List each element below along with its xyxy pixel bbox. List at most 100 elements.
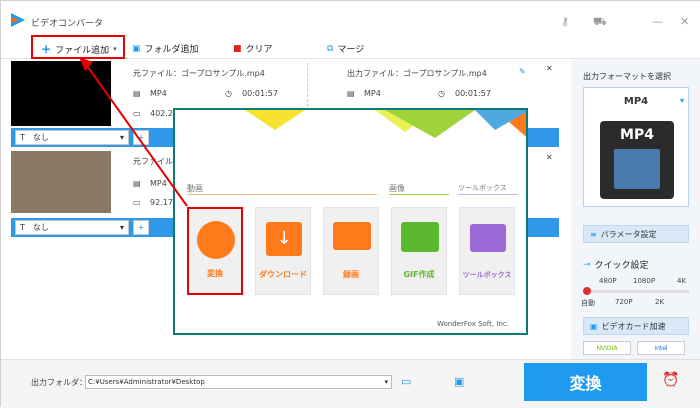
chip-icon: ▣ [590, 321, 598, 331]
browse-folder-icon[interactable]: ▭ [401, 375, 411, 388]
convert-button[interactable]: 変換 [524, 363, 647, 401]
clear-button[interactable]: ■ クリア [233, 42, 273, 56]
add-file-highlight-box [31, 35, 125, 59]
video-thumbnail[interactable] [11, 61, 111, 126]
gpu-acceleration-label: ビデオカード加速 [601, 321, 666, 331]
toolbox-tile[interactable]: ツールボックス [459, 207, 515, 295]
section-image: 画像 [389, 184, 405, 193]
format-icon: ▤ [133, 179, 141, 188]
add-folder-label: フォルダ追加 [144, 45, 199, 55]
quality-slider[interactable] [583, 287, 689, 295]
folder-icon: ▭ [133, 198, 141, 207]
quick-settings-icon: ⊸ [583, 259, 591, 270]
chevron-down-icon[interactable]: ▾ [384, 376, 388, 388]
output-label: 出力ファイル： [347, 69, 403, 78]
output-format-title: 出力フォーマットを選択 [583, 72, 671, 81]
quick-settings-header: ⊸ クイック設定 [583, 258, 649, 272]
screen-record-icon [333, 222, 371, 250]
toolbox-icon [470, 224, 506, 252]
film-icon [197, 221, 235, 259]
remove-file-icon[interactable]: ✕ [546, 153, 553, 162]
subtitle-select-2[interactable]: T なし ▾ [15, 220, 129, 235]
chevron-down-icon: ▾ [119, 133, 124, 142]
key-icon[interactable]: ⚷ [561, 15, 569, 28]
source-duration: 00:01:57 [242, 89, 278, 98]
output-folder-label: 出力フォルダ： [31, 378, 87, 387]
merge-icon: ⧉ [327, 43, 334, 54]
quality-tick: 1080P [633, 277, 656, 285]
source-size-2: 92.17 [150, 198, 173, 207]
dropdown-arrow-icon: ▾ [679, 96, 684, 105]
add-subtitle-button[interactable]: + [133, 130, 149, 145]
clear-label: クリア [245, 45, 273, 55]
output-format-icon: ▤ [347, 89, 355, 98]
merge-button[interactable]: ⧉ マージ [327, 42, 364, 56]
quality-tick: 720P [615, 298, 633, 306]
subtitle-icon: T [20, 223, 25, 232]
quality-tick: 自動 [581, 299, 595, 307]
output-path: C:¥Users¥Administrator¥Desktop [88, 378, 205, 386]
gif-maker-tile-label: GIF作成 [403, 270, 435, 279]
subtitle-value: なし [32, 133, 49, 142]
feature-popup: 動画 画像 ツールボックス 変換 ↓ ダウンロード 録画 GIF作成 ツールボッ… [173, 108, 528, 335]
add-folder-button[interactable]: ▣ フォルダ追加 [132, 42, 199, 56]
quick-settings-label: クイック設定 [594, 261, 649, 271]
source-size: 402.2 [150, 109, 173, 118]
folder-icon: ▭ [133, 109, 141, 118]
app-title: ビデオコンバータ [31, 19, 104, 29]
nvidia-badge[interactable]: NVIDIA [583, 341, 631, 355]
remove-file-icon[interactable]: ✕ [546, 64, 553, 73]
output-panel: 出力フォーマットを選択 MP4 ▾ MP4 ≡ パラメータ設定 ⊸ クイック設定… [571, 59, 700, 359]
record-tile-label: 録画 [343, 270, 359, 279]
toolbox-tile-label: ツールボックス [462, 271, 512, 279]
download-icon: ↓ [266, 222, 302, 256]
quality-tick: 4K [677, 277, 687, 285]
popup-footer: WonderFox Soft, Inc. [437, 320, 509, 328]
chevron-down-icon: ▾ [119, 223, 124, 232]
clock-icon: ◷ [225, 89, 232, 98]
output-format-label: MP4 [623, 96, 649, 107]
subtitle-value-2: なし [32, 223, 49, 232]
video-thumbnail-2[interactable] [11, 151, 111, 213]
minimize-icon[interactable]: — [652, 15, 663, 28]
record-tile[interactable]: 録画 [323, 207, 379, 295]
output-duration: 00:01:57 [455, 89, 491, 98]
arrow-divider [307, 63, 347, 107]
mp4-format-icon: MP4 [600, 121, 674, 199]
convert-tile-label: 変換 [207, 269, 223, 278]
quality-tick: 480P [599, 277, 617, 285]
source-label-2: 元ファイル [133, 157, 173, 166]
app-logo-icon [11, 13, 25, 27]
quality-tick: 2K [655, 298, 665, 306]
section-video: 動画 [187, 184, 203, 193]
slider-handle[interactable] [583, 287, 591, 295]
popup-banner [245, 110, 526, 138]
close-icon[interactable]: ✕ [680, 15, 689, 28]
download-tile[interactable]: ↓ ダウンロード [255, 207, 311, 295]
download-tile-label: ダウンロード [259, 270, 307, 279]
output-format-selector[interactable]: MP4 ▾ MP4 [583, 87, 689, 207]
cart-icon[interactable]: ⛟ [593, 15, 607, 30]
output-clock-icon: ◷ [438, 89, 445, 98]
output-format: MP4 [364, 89, 381, 98]
trash-icon: ■ [233, 43, 242, 54]
gif-maker-tile[interactable]: GIF作成 [391, 207, 447, 295]
gpu-acceleration-header: ▣ ビデオカード加速 [583, 317, 689, 335]
intel-badge[interactable]: intel [637, 341, 685, 355]
convert-tile[interactable]: 変換 [187, 207, 243, 295]
open-folder-icon[interactable]: ▣ [454, 375, 464, 388]
subtitle-select[interactable]: T なし ▾ [15, 130, 129, 145]
subtitle-icon: T [20, 133, 25, 142]
parameter-settings-button[interactable]: ≡ パラメータ設定 [583, 225, 689, 243]
add-subtitle-button-2[interactable]: + [133, 220, 149, 235]
alarm-clock-icon[interactable]: ⏰ [662, 372, 679, 388]
format-art-text: MP4 [620, 127, 654, 143]
source-filename: ゴープロサンプル.mp4 [181, 69, 265, 78]
output-path-field[interactable]: C:¥Users¥Administrator¥Desktop ▾ [85, 375, 392, 389]
edit-pencil-icon[interactable]: ✎ [519, 67, 526, 76]
title-bar: ビデオコンバータ ⚷ ⛟ — ✕ [1, 1, 700, 38]
image-icon [401, 222, 439, 252]
app-window: ビデオコンバータ ⚷ ⛟ — ✕ + ファイル追加 ▾ ▣ フォルダ追加 ■ ク… [0, 0, 700, 408]
section-tools: ツールボックス [458, 184, 507, 192]
source-format-2: MP4 [150, 179, 167, 188]
